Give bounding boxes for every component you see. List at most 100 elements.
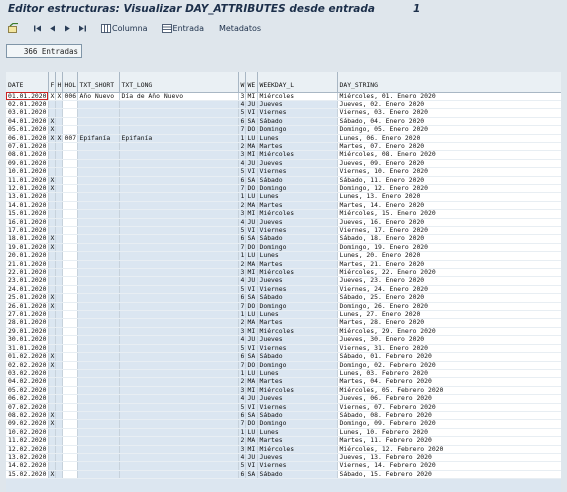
cell-day-string[interactable]: Martes, 11. Febrero 2020 <box>337 436 561 446</box>
cell-h[interactable] <box>55 276 63 286</box>
cell-we[interactable]: LU <box>245 310 258 320</box>
cell-txt-short[interactable] <box>77 192 120 202</box>
cell-we[interactable]: MI <box>245 92 258 101</box>
cell-hol[interactable] <box>62 302 78 312</box>
cell-h[interactable] <box>55 218 63 228</box>
cell-h[interactable] <box>55 226 63 236</box>
cell-weekday-l[interactable]: Domingo <box>257 125 338 135</box>
cell-txt-long[interactable] <box>119 293 239 303</box>
cell-date[interactable]: 02.01.2020 <box>6 100 49 110</box>
cell-date[interactable]: 12.02.2020 <box>6 445 49 454</box>
cell-weekday-l[interactable]: Domingo <box>257 361 338 370</box>
cell-we[interactable]: VI <box>245 461 258 471</box>
cell-w[interactable]: 1 <box>238 192 246 202</box>
cell-we[interactable]: JU <box>245 100 258 110</box>
cell-txt-short[interactable] <box>77 419 120 429</box>
table-row[interactable]: 18.01.2020 X 6 SA Sábado Sábado, 18. Enero 20… <box>6 234 561 244</box>
cell-f[interactable] <box>48 310 56 320</box>
cell-txt-short[interactable] <box>77 268 120 278</box>
cell-h[interactable] <box>55 243 63 253</box>
table-row[interactable]: 31.01.2020 5 VI Viernes Viernes, 31. Enero 2… <box>6 344 561 354</box>
cell-hol[interactable] <box>62 335 78 345</box>
cell-date[interactable]: 22.01.2020 <box>6 268 49 278</box>
table-row[interactable]: 05.02.2020 3 MI Miércoles Miércoles, 05. Feb… <box>6 386 561 396</box>
cell-txt-short[interactable] <box>77 108 120 118</box>
cell-weekday-l[interactable]: Viernes <box>257 108 338 118</box>
cell-w[interactable]: 7 <box>238 125 246 135</box>
cell-hol[interactable] <box>62 403 78 412</box>
cell-we[interactable]: MI <box>245 268 258 278</box>
cell-hol[interactable] <box>62 218 78 228</box>
cell-txt-long[interactable] <box>119 470 239 480</box>
cell-we[interactable]: JU <box>245 394 258 404</box>
cell-date[interactable]: 12.01.2020 <box>6 184 49 194</box>
cell-day-string[interactable]: Viernes, 17. Enero 2020 <box>337 226 561 236</box>
column-header-w[interactable]: W <box>238 72 246 93</box>
cell-day-string[interactable]: Sábado, 25. Enero 2020 <box>337 293 561 303</box>
cell-date[interactable]: 13.01.2020 <box>6 192 49 202</box>
cell-hol[interactable] <box>62 310 78 320</box>
cell-we[interactable]: JU <box>245 218 258 228</box>
cell-weekday-l[interactable]: Jueves <box>257 159 338 169</box>
cell-f[interactable] <box>48 335 56 345</box>
cell-hol[interactable] <box>62 419 78 429</box>
cell-txt-short[interactable] <box>77 243 120 253</box>
cell-date[interactable]: 15.01.2020 <box>6 209 49 219</box>
cell-h[interactable] <box>55 369 63 379</box>
cell-h[interactable] <box>55 411 63 421</box>
cell-day-string[interactable]: Martes, 14. Enero 2020 <box>337 201 561 211</box>
cell-we[interactable]: MA <box>245 377 258 387</box>
cell-day-string[interactable]: Miércoles, 08. Enero 2020 <box>337 150 561 160</box>
column-header-h[interactable]: H <box>55 72 63 93</box>
cell-we[interactable]: SA <box>245 411 258 421</box>
table-row[interactable]: 05.01.2020 X 7 DO Domingo Domingo, 05. Enero … <box>6 125 561 135</box>
cell-we[interactable]: LU <box>245 428 258 438</box>
cell-txt-short[interactable] <box>77 352 120 362</box>
cell-weekday-l[interactable]: Miércoles <box>257 268 338 278</box>
cell-date[interactable]: 10.01.2020 <box>6 167 49 177</box>
cell-h[interactable] <box>55 310 63 320</box>
cell-h[interactable] <box>55 461 63 471</box>
cell-hol[interactable] <box>62 108 78 118</box>
cell-weekday-l[interactable]: Miércoles <box>257 92 338 101</box>
cell-day-string[interactable]: Viernes, 03. Enero 2020 <box>337 108 561 118</box>
cell-day-string[interactable]: Jueves, 13. Febrero 2020 <box>337 453 561 463</box>
cell-txt-long[interactable] <box>119 361 239 370</box>
cell-hol[interactable] <box>62 159 78 169</box>
cell-txt-long[interactable] <box>119 377 239 387</box>
table-row[interactable]: 15.02.2020 X 6 SA Sábado Sábado, 15. Febrero … <box>6 470 561 480</box>
table-row[interactable]: 09.02.2020 X 7 DO Domingo Domingo, 09. Febrer… <box>6 419 561 429</box>
cell-txt-long[interactable] <box>119 142 239 152</box>
cell-f[interactable] <box>48 453 56 463</box>
cell-date[interactable]: 09.01.2020 <box>6 159 49 169</box>
last-page-button[interactable] <box>76 22 89 35</box>
cell-we[interactable]: MA <box>245 318 258 328</box>
cell-hol[interactable] <box>62 184 78 194</box>
cell-txt-long[interactable] <box>119 218 239 228</box>
table-row[interactable]: 30.01.2020 4 JU Jueves Jueves, 30. Enero 202… <box>6 335 561 345</box>
cell-date[interactable]: 25.01.2020 <box>6 293 49 303</box>
cell-day-string[interactable]: Lunes, 06. Enero 2020 <box>337 134 561 143</box>
cell-we[interactable]: SA <box>245 176 258 185</box>
cell-txt-short[interactable] <box>77 125 120 135</box>
table-row[interactable]: 08.02.2020 X 6 SA Sábado Sábado, 08. Febrero … <box>6 411 561 421</box>
cell-hol[interactable] <box>62 461 78 471</box>
cell-f[interactable]: X <box>48 361 56 370</box>
cell-weekday-l[interactable]: Jueves <box>257 453 338 463</box>
cell-txt-short[interactable] <box>77 176 120 185</box>
cell-weekday-l[interactable]: Miércoles <box>257 386 338 396</box>
cell-h[interactable] <box>55 445 63 454</box>
cell-h[interactable] <box>55 167 63 177</box>
cell-txt-long[interactable] <box>119 117 239 127</box>
cell-day-string[interactable]: Viernes, 31. Enero 2020 <box>337 344 561 354</box>
cell-w[interactable]: 6 <box>238 117 246 127</box>
column-header-hol[interactable]: HOL <box>62 72 78 93</box>
cell-hol[interactable] <box>62 209 78 219</box>
cell-f[interactable]: X <box>48 419 56 429</box>
table-row[interactable]: 23.01.2020 4 JU Jueves Jueves, 23. Enero 202… <box>6 276 561 286</box>
cell-txt-short[interactable] <box>77 226 120 236</box>
cell-day-string[interactable]: Miércoles, 22. Enero 2020 <box>337 268 561 278</box>
cell-w[interactable]: 4 <box>238 276 246 286</box>
cell-hol[interactable] <box>62 251 78 261</box>
cell-f[interactable] <box>48 268 56 278</box>
